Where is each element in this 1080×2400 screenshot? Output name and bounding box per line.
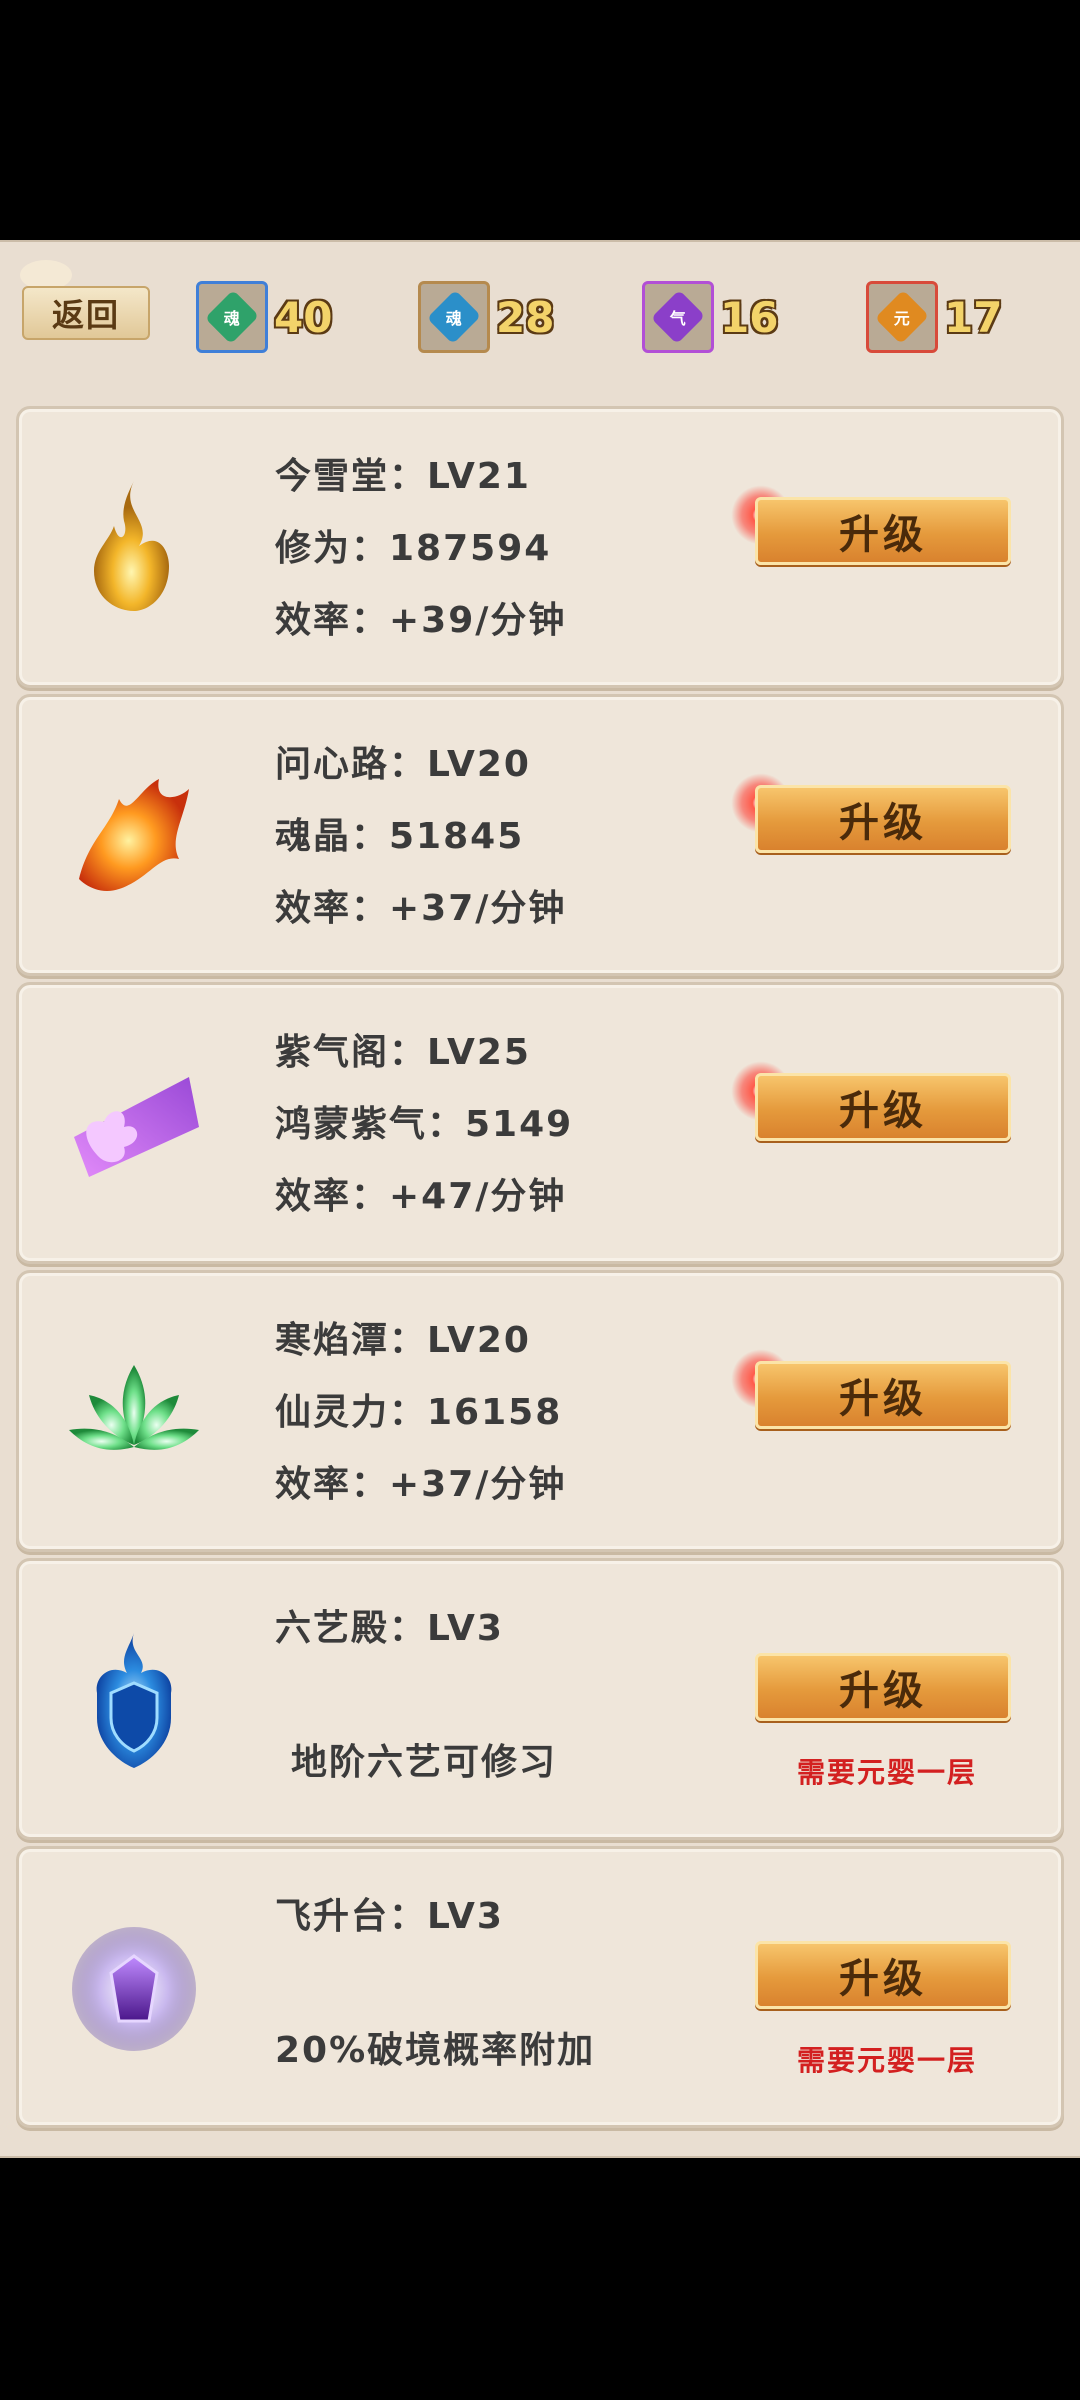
building-efficiency: 效率：+39/分钟 xyxy=(275,600,567,641)
upgrade-requirement: 需要元婴一层 xyxy=(797,2044,978,2077)
fire-phoenix-icon xyxy=(79,779,189,891)
upgrade-button[interactable]: 升级 xyxy=(755,1941,1011,2009)
building-title: 今雪堂：LV21 xyxy=(275,456,531,497)
building-card-hanyantan: 寒焰潭：LV20 仙灵力：16158 效率：+37/分钟 升级 xyxy=(16,1270,1064,1552)
upgrade-button[interactable]: 升级 xyxy=(755,1073,1011,1141)
resource-value: 40 xyxy=(274,292,333,342)
building-card-wenxinlu: 问心路：LV20 魂晶：51845 效率：+37/分钟 升级 xyxy=(16,694,1064,976)
upgrade-button[interactable]: 升级 xyxy=(755,785,1011,853)
building-efficiency: 效率：+37/分钟 xyxy=(275,1464,567,1505)
building-title: 寒焰潭：LV20 xyxy=(275,1320,531,1361)
purple-gem-icon: 气 xyxy=(642,281,714,353)
building-effect: 地阶六艺可修习 xyxy=(291,1742,558,1783)
resource-blue: 魂 28 xyxy=(418,278,554,356)
resource-orange: 元 17 xyxy=(866,278,1002,356)
orange-gem-icon: 元 xyxy=(866,281,938,353)
blue-gem-icon: 魂 xyxy=(418,281,490,353)
building-resource: 仙灵力：16158 xyxy=(275,1392,563,1433)
green-gem-icon: 魂 xyxy=(196,281,268,353)
building-card-jinxuetang: 今雪堂：LV21 修为：187594 效率：+39/分钟 升级 xyxy=(16,406,1064,688)
blue-flame-shield-icon xyxy=(96,1633,172,1768)
building-title: 紫气阁：LV25 xyxy=(275,1032,531,1073)
building-title: 飞升台：LV3 xyxy=(275,1896,504,1937)
building-efficiency: 效率：+37/分钟 xyxy=(275,888,567,929)
resource-value: 28 xyxy=(496,292,555,342)
purple-crystal-icon xyxy=(72,1927,196,2051)
building-card-liuyidian: 六艺殿：LV3 地阶六艺可修习 升级 需要元婴一层 xyxy=(16,1558,1064,1840)
green-lotus-icon xyxy=(69,1365,199,1450)
upgrade-requirement: 需要元婴一层 xyxy=(797,1756,978,1789)
building-title: 问心路：LV20 xyxy=(275,744,531,785)
resource-green: 魂 40 xyxy=(196,278,332,356)
purple-butterfly-icon xyxy=(74,1077,199,1177)
building-resource: 修为：187594 xyxy=(275,528,552,569)
resource-value: 16 xyxy=(720,292,779,342)
resource-value: 17 xyxy=(944,292,1003,342)
building-efficiency: 效率：+47/分钟 xyxy=(275,1176,567,1217)
building-title: 六艺殿：LV3 xyxy=(275,1608,504,1649)
building-panel: 返回 魂 40 魂 28 气 16 元 17 今雪堂：LV21 修为：18759… xyxy=(0,240,1080,2158)
building-resource: 鸿蒙紫气：5149 xyxy=(275,1104,574,1145)
resource-purple: 气 16 xyxy=(642,278,778,356)
upgrade-button[interactable]: 升级 xyxy=(755,1653,1011,1721)
building-effect: 20%破境概率附加 xyxy=(275,2030,596,2071)
upgrade-button[interactable]: 升级 xyxy=(755,497,1011,565)
building-card-feishengtai: 飞升台：LV3 20%破境概率附加 升级 需要元婴一层 xyxy=(16,1846,1064,2128)
golden-flame-icon xyxy=(94,481,169,611)
building-resource: 魂晶：51845 xyxy=(275,816,525,857)
resource-bar: 返回 魂 40 魂 28 气 16 元 17 xyxy=(0,242,1080,362)
back-button[interactable]: 返回 xyxy=(22,286,150,340)
building-card-ziqige: 紫气阁：LV25 鸿蒙紫气：5149 效率：+47/分钟 升级 xyxy=(16,982,1064,1264)
upgrade-button[interactable]: 升级 xyxy=(755,1361,1011,1429)
